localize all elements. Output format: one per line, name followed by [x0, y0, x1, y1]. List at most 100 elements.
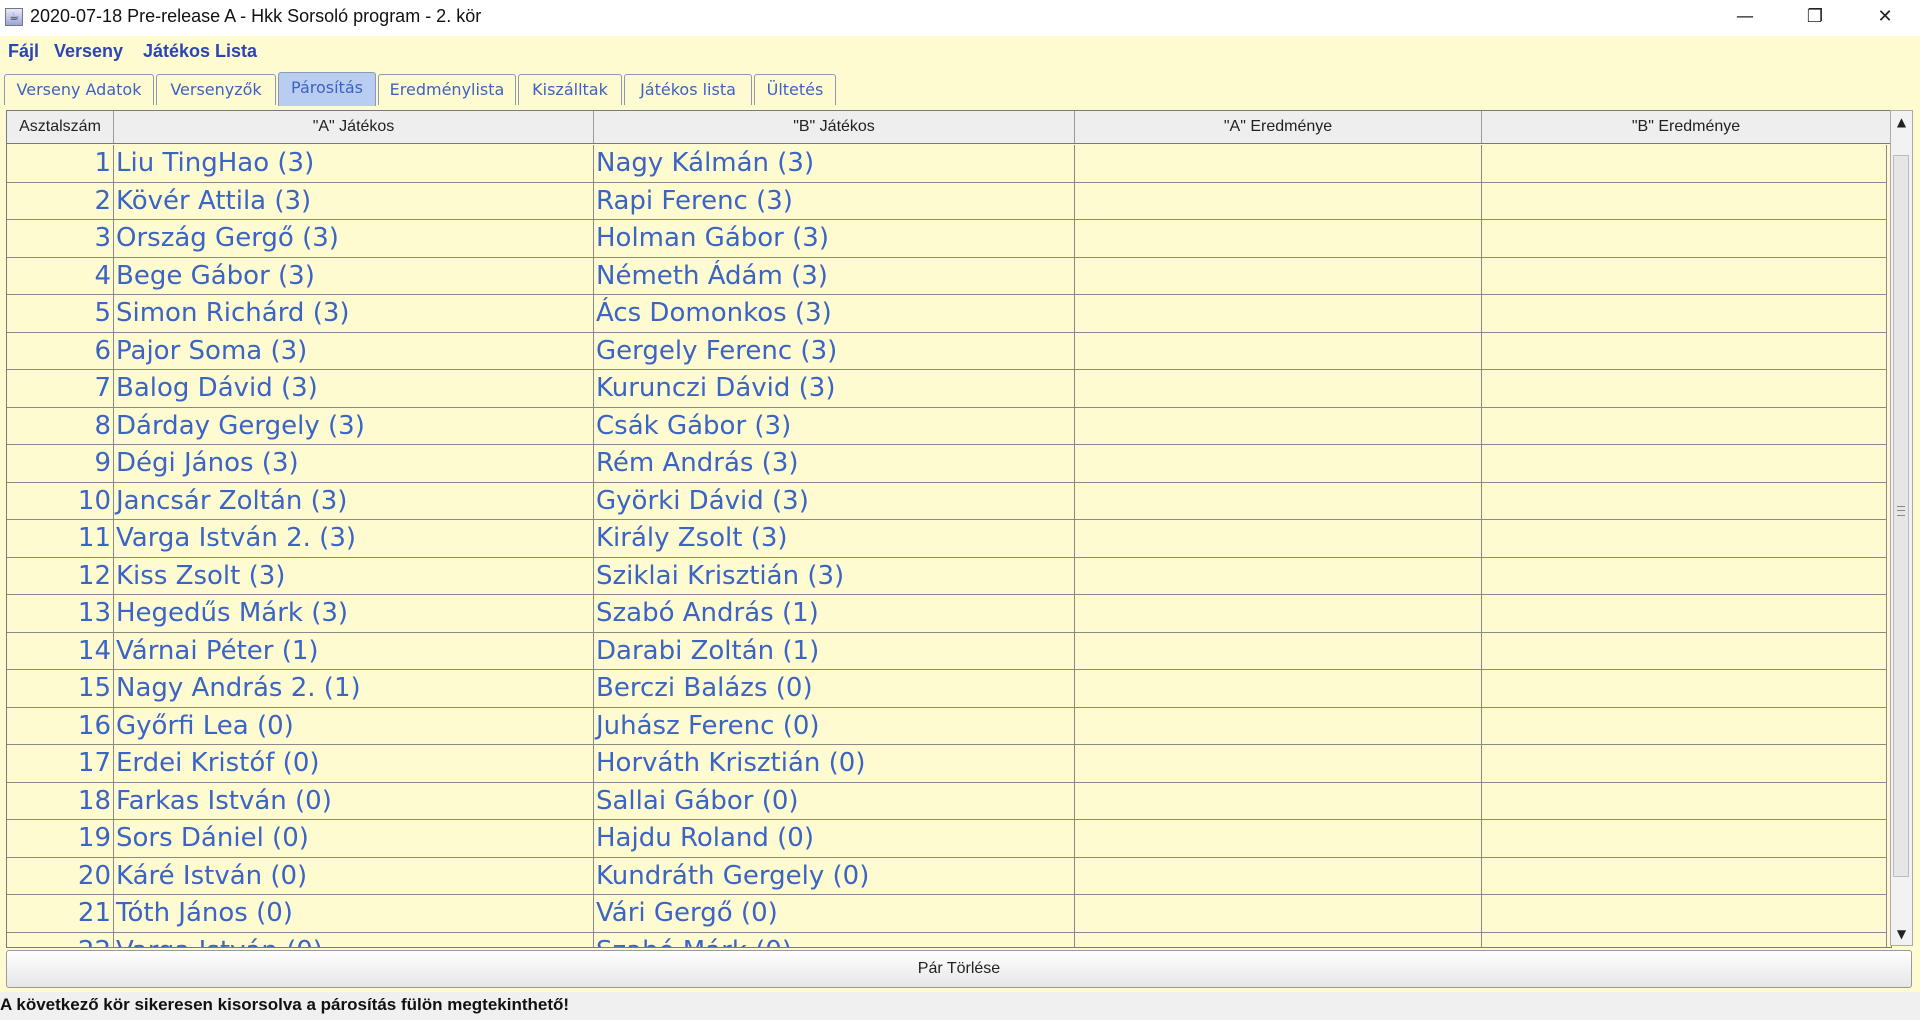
cell-player-b[interactable]: Németh Ádám (3) — [594, 257, 1075, 295]
cell-result-b[interactable] — [1482, 857, 1887, 895]
cell-player-a[interactable]: Dárday Gergely (3) — [114, 407, 594, 445]
cell-table-number[interactable]: 21 — [7, 895, 114, 933]
cell-result-b[interactable] — [1482, 445, 1887, 483]
cell-player-a[interactable]: Várnai Péter (1) — [114, 632, 594, 670]
cell-result-a[interactable] — [1075, 295, 1482, 333]
cell-result-b[interactable] — [1482, 932, 1887, 947]
cell-result-b[interactable] — [1482, 182, 1887, 220]
cell-result-a[interactable] — [1075, 557, 1482, 595]
cell-result-a[interactable] — [1075, 670, 1482, 708]
cell-result-a[interactable] — [1075, 482, 1482, 520]
cell-result-a[interactable] — [1075, 332, 1482, 370]
cell-result-b[interactable] — [1482, 782, 1887, 820]
tab-seating[interactable]: Ültetés — [754, 74, 836, 105]
cell-result-b[interactable] — [1482, 220, 1887, 258]
cell-player-b[interactable]: Sziklai Krisztián (3) — [594, 557, 1075, 595]
cell-result-b[interactable] — [1482, 407, 1887, 445]
tab-dropped-out[interactable]: Kiszálltak — [518, 74, 622, 105]
cell-result-b[interactable] — [1482, 670, 1887, 708]
table-row[interactable]: 6 Pajor Soma (3) Gergely Ferenc (3) — [7, 332, 1887, 370]
cell-player-b[interactable]: Nagy Kálmán (3) — [594, 145, 1075, 183]
cell-player-a[interactable]: Erdei Kristóf (0) — [114, 745, 594, 783]
cell-result-b[interactable] — [1482, 257, 1887, 295]
cell-result-a[interactable] — [1075, 520, 1482, 558]
cell-player-b[interactable]: Kundráth Gergely (0) — [594, 857, 1075, 895]
cell-table-number[interactable]: 11 — [7, 520, 114, 558]
table-row[interactable]: 14 Várnai Péter (1) Darabi Zoltán (1) — [7, 632, 1887, 670]
cell-table-number[interactable]: 19 — [7, 820, 114, 858]
cell-player-b[interactable]: Sallai Gábor (0) — [594, 782, 1075, 820]
cell-result-b[interactable] — [1482, 557, 1887, 595]
table-row[interactable]: 17 Erdei Kristóf (0) Horváth Krisztián (0) — [7, 745, 1887, 783]
cell-player-b[interactable]: Berczi Balázs (0) — [594, 670, 1075, 708]
cell-player-b[interactable]: Horváth Krisztián (0) — [594, 745, 1075, 783]
cell-player-b[interactable]: Szabó András (1) — [594, 595, 1075, 633]
cell-result-a[interactable] — [1075, 932, 1482, 947]
cell-table-number[interactable]: 16 — [7, 707, 114, 745]
table-row[interactable]: 22Varga István (0)Szabó Márk (0) — [7, 932, 1887, 947]
cell-player-a[interactable]: Káré István (0) — [114, 857, 594, 895]
cell-table-number[interactable]: 8 — [7, 407, 114, 445]
tab-tournament-data[interactable]: Verseny Adatok — [4, 74, 154, 105]
cell-player-a[interactable]: Balog Dávid (3) — [114, 370, 594, 408]
cell-result-b[interactable] — [1482, 482, 1887, 520]
cell-table-number[interactable]: 13 — [7, 595, 114, 633]
col-header-result-b[interactable]: "B" Eredménye — [1482, 111, 1891, 143]
col-header-table-number[interactable]: Asztalszám — [7, 111, 114, 143]
scroll-thumb[interactable] — [1893, 155, 1909, 877]
table-row[interactable]: 18 Farkas István (0) Sallai Gábor (0) — [7, 782, 1887, 820]
tab-competitors[interactable]: Versenyzők — [156, 74, 276, 105]
cell-table-number[interactable]: 5 — [7, 295, 114, 333]
cell-player-a[interactable]: Bege Gábor (3) — [114, 257, 594, 295]
cell-table-number[interactable]: 17 — [7, 745, 114, 783]
tab-pairing[interactable]: Párosítás — [278, 72, 376, 106]
cell-result-b[interactable] — [1482, 295, 1887, 333]
table-row[interactable]: 19 Sors Dániel (0) Hajdu Roland (0) — [7, 820, 1887, 858]
table-row[interactable]: 16 Győrfi Lea (0) Juhász Ferenc (0) — [7, 707, 1887, 745]
cell-table-number[interactable]: 3 — [7, 220, 114, 258]
cell-result-a[interactable] — [1075, 407, 1482, 445]
close-button[interactable]: ✕ — [1850, 0, 1920, 36]
cell-player-a[interactable]: Jancsár Zoltán (3) — [114, 482, 594, 520]
cell-player-a[interactable]: Hegedűs Márk (3) — [114, 595, 594, 633]
menu-player-list[interactable]: Játékos Lista — [143, 41, 257, 62]
cell-table-number[interactable]: 22 — [7, 932, 114, 947]
cell-player-b[interactable]: Szabó Márk (0) — [594, 932, 1075, 947]
cell-player-a[interactable]: Varga István 2. (3) — [114, 520, 594, 558]
cell-table-number[interactable]: 6 — [7, 332, 114, 370]
cell-table-number[interactable]: 20 — [7, 857, 114, 895]
cell-result-a[interactable] — [1075, 782, 1482, 820]
cell-result-b[interactable] — [1482, 820, 1887, 858]
table-row[interactable]: 21 Tóth János (0) Vári Gergő (0) — [7, 895, 1887, 933]
cell-player-b[interactable]: Csák Gábor (3) — [594, 407, 1075, 445]
cell-table-number[interactable]: 10 — [7, 482, 114, 520]
cell-player-b[interactable]: Ács Domonkos (3) — [594, 295, 1075, 333]
cell-table-number[interactable]: 1 — [7, 145, 114, 183]
cell-player-b[interactable]: Darabi Zoltán (1) — [594, 632, 1075, 670]
pair-delete-button[interactable]: Pár Törlése — [6, 950, 1912, 988]
cell-result-b[interactable] — [1482, 745, 1887, 783]
cell-table-number[interactable]: 7 — [7, 370, 114, 408]
cell-result-b[interactable] — [1482, 632, 1887, 670]
scroll-up-icon[interactable]: ▲ — [1891, 111, 1912, 133]
cell-table-number[interactable]: 14 — [7, 632, 114, 670]
menu-tournament[interactable]: Verseny — [54, 41, 123, 62]
cell-player-a[interactable]: Kövér Attila (3) — [114, 182, 594, 220]
cell-player-a[interactable]: Pajor Soma (3) — [114, 332, 594, 370]
cell-player-a[interactable]: Nagy András 2. (1) — [114, 670, 594, 708]
cell-result-b[interactable] — [1482, 520, 1887, 558]
minimize-button[interactable]: — — [1710, 0, 1780, 36]
cell-result-a[interactable] — [1075, 220, 1482, 258]
vertical-scrollbar[interactable]: ▲ ▼ — [1890, 110, 1913, 946]
table-row[interactable]: 10 Jancsár Zoltán (3) Györki Dávid (3) — [7, 482, 1887, 520]
cell-player-b[interactable]: Gergely Ferenc (3) — [594, 332, 1075, 370]
tab-player-list[interactable]: Játékos lista — [624, 74, 752, 105]
cell-player-b[interactable]: Rém András (3) — [594, 445, 1075, 483]
cell-player-a[interactable]: Liu TingHao (3) — [114, 145, 594, 183]
cell-result-b[interactable] — [1482, 370, 1887, 408]
table-row[interactable]: 2 Kövér Attila (3) Rapi Ferenc (3) — [7, 182, 1887, 220]
cell-table-number[interactable]: 12 — [7, 557, 114, 595]
cell-result-a[interactable] — [1075, 182, 1482, 220]
cell-result-a[interactable] — [1075, 257, 1482, 295]
cell-player-a[interactable]: Farkas István (0) — [114, 782, 594, 820]
